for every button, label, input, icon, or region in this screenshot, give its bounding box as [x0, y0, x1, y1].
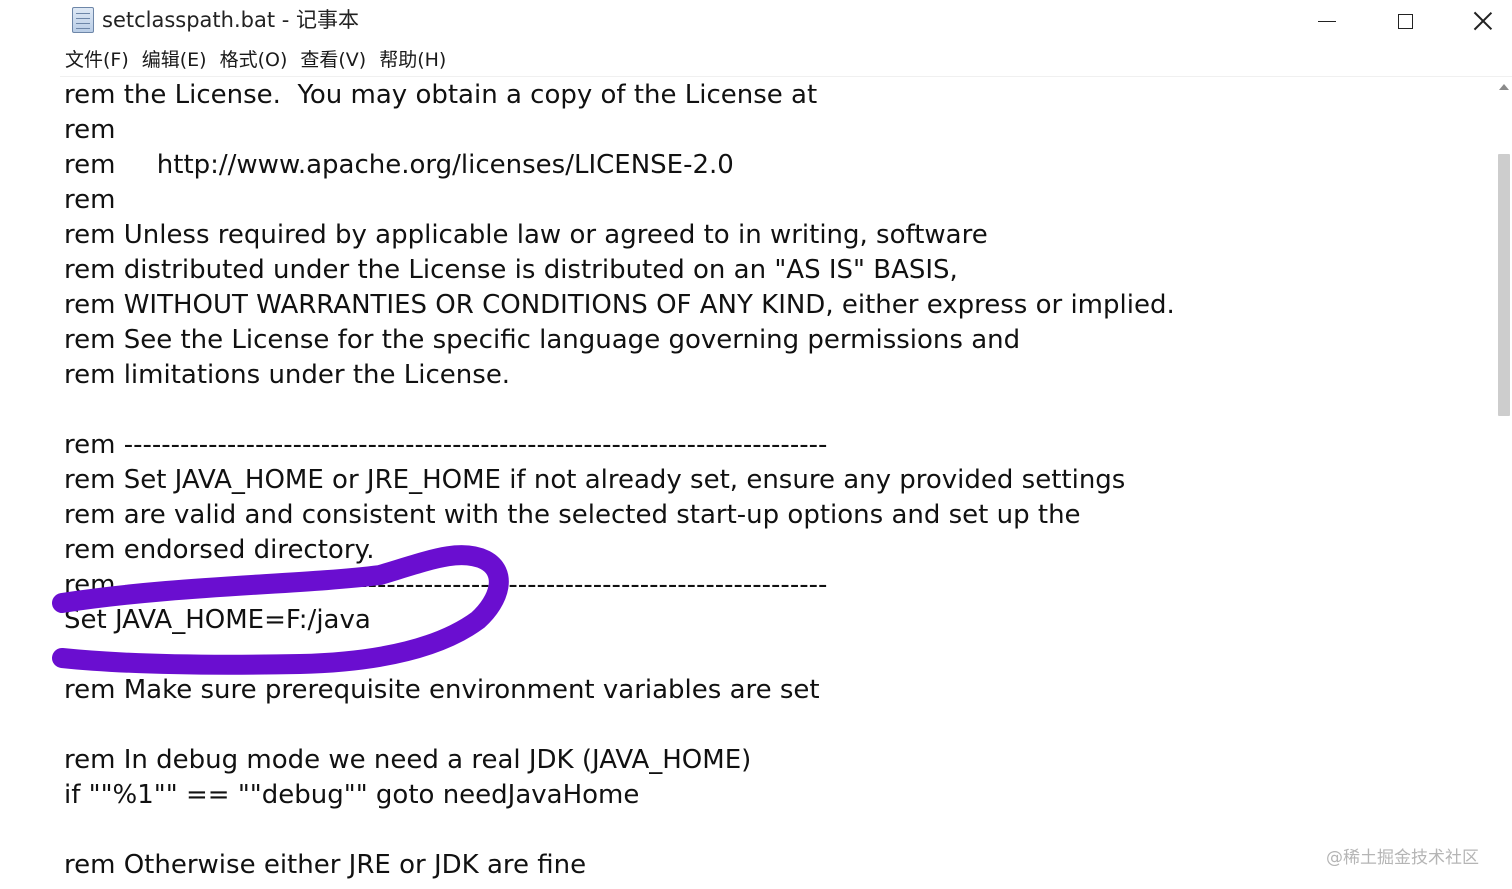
menu-bar: 文件(F) 编辑(E) 格式(O) 查看(V) 帮助(H): [60, 44, 1512, 77]
title-bar[interactable]: setclasspath.bat - 记事本: [60, 0, 1512, 42]
minimize-icon: [1318, 20, 1336, 22]
menu-help[interactable]: 帮助(H): [373, 45, 453, 75]
editor-line: rem endorsed directory.: [64, 535, 375, 565]
editor-line: rem: [64, 115, 116, 145]
editor-line: rem Otherwise either JRE or JDK are fine: [64, 850, 587, 880]
window-title: setclasspath.bat - 记事本: [102, 8, 360, 32]
menu-view[interactable]: 查看(V): [294, 45, 373, 75]
editor-line: rem: [64, 185, 116, 215]
menu-file[interactable]: 文件(F): [60, 45, 136, 75]
minimize-button[interactable]: [1288, 0, 1366, 42]
editor-line: rem are valid and consistent with the se…: [64, 500, 1081, 530]
close-icon: [1473, 11, 1493, 31]
editor-line: rem ------------------------------------…: [64, 430, 828, 460]
maximize-button[interactable]: [1366, 0, 1444, 42]
editor-line: Set JAVA_HOME=F:/java: [64, 605, 371, 635]
menu-edit[interactable]: 编辑(E): [136, 45, 214, 75]
maximize-icon: [1397, 13, 1413, 29]
editor-line: rem Make sure prerequisite environment v…: [64, 675, 820, 705]
editor-line: rem distributed under the License is dis…: [64, 255, 958, 285]
editor-line: rem See the License for the specific lan…: [64, 325, 1021, 355]
editor-line: rem ------------------------------------…: [64, 570, 828, 600]
desktop-margin: [0, 0, 60, 889]
editor-line: rem http://www.apache.org/licenses/LICEN…: [64, 150, 734, 180]
editor-line: if ""%1"" == ""debug"" goto needJavaHome: [64, 780, 640, 810]
editor-line: rem limitations under the License.: [64, 360, 511, 390]
editor-line: rem the License. You may obtain a copy o…: [64, 80, 818, 110]
editor-line: rem Set JAVA_HOME or JRE_HOME if not alr…: [64, 465, 1126, 495]
menu-format[interactable]: 格式(O): [214, 45, 295, 75]
notepad-icon: [72, 7, 94, 33]
text-editor[interactable]: rem the License. You may obtain a copy o…: [60, 78, 1496, 889]
watermark: @稀土掘金技术社区: [1326, 848, 1479, 868]
vertical-scrollbar[interactable]: [1496, 78, 1512, 889]
scroll-up-arrow-icon[interactable]: [1499, 84, 1509, 90]
editor-line: rem WITHOUT WARRANTIES OR CONDITIONS OF …: [64, 290, 1175, 320]
close-button[interactable]: [1444, 0, 1512, 42]
editor-line: rem In debug mode we need a real JDK (JA…: [64, 745, 752, 775]
scroll-thumb[interactable]: [1498, 154, 1510, 416]
editor-line: rem Unless required by applicable law or…: [64, 220, 988, 250]
